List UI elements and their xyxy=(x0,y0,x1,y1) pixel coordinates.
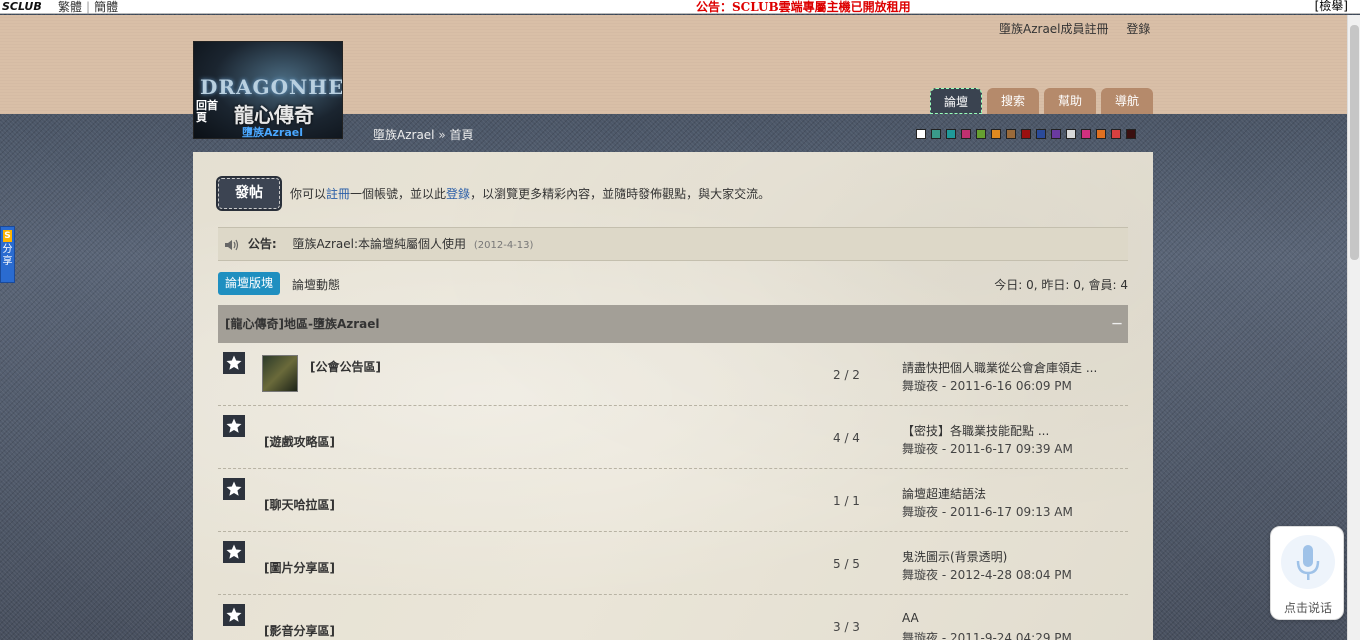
top-global-bar: SCLUB 繁體 | 簡體 公告：SCLUB雲端專屬主機已開放租用 [檢舉] xyxy=(0,0,1360,14)
announcement-bar: 公告: 墮族Azrael:本論壇純屬個人使用 (2012-4-13) xyxy=(218,227,1128,261)
forum-post-count: 2 / 2 xyxy=(833,368,860,382)
intro-text: ，以瀏覽更多精彩內容，並隨時發佈觀點，與大家交流。 xyxy=(470,187,771,201)
forum-post-count: 3 / 3 xyxy=(833,620,860,634)
forum-name-link[interactable]: [圖片分享區] xyxy=(264,559,335,576)
intro-register-link[interactable]: 註冊 xyxy=(326,187,350,201)
intro-login-link[interactable]: 登錄 xyxy=(446,187,470,201)
lang-simplified-link[interactable]: 簡體 xyxy=(90,0,122,14)
tab-forum-main[interactable]: 論壇 xyxy=(930,88,982,114)
color-swatch[interactable] xyxy=(916,129,926,139)
tab-help[interactable]: 幫助 xyxy=(1044,88,1096,114)
forum-post-count: 4 / 4 xyxy=(833,431,860,445)
star-icon xyxy=(223,352,245,374)
share-badge-icon: S xyxy=(3,230,12,242)
star-icon xyxy=(223,604,245,626)
color-swatch[interactable] xyxy=(961,129,971,139)
forum-row: [圖片分享區] 5 / 5 鬼洗圖示(背景透明) 舞璇夜 - 2012-4-28 08… xyxy=(218,532,1128,595)
last-post-meta: 舞璇夜 - 2011-9-24 04:29 PM xyxy=(902,631,1072,640)
color-swatch[interactable] xyxy=(1081,129,1091,139)
share-label: 分享 xyxy=(2,244,13,267)
header-user-links: 墮族Azrael成員註冊 登錄 xyxy=(999,20,1164,37)
login-link[interactable]: 登錄 xyxy=(1126,22,1150,36)
scrollbar-thumb[interactable] xyxy=(1350,25,1359,260)
sclub-logo[interactable]: SCLUB xyxy=(2,0,42,14)
color-swatch[interactable] xyxy=(1096,129,1106,139)
forum-row: [影音分享區] 3 / 3 AA 舞璇夜 - 2011-9-24 04:29 PM xyxy=(218,595,1128,640)
color-swatch[interactable] xyxy=(991,129,1001,139)
last-post-meta: 舞璇夜 - 2011-6-16 06:09 PM xyxy=(902,379,1072,393)
tab-navigation[interactable]: 導航 xyxy=(1101,88,1153,114)
mic-icon[interactable] xyxy=(1281,535,1335,589)
logo-title-en: DRAGONHE xyxy=(200,75,343,99)
tab-forum-boards[interactable]: 論壇版塊 xyxy=(218,272,280,295)
color-swatch[interactable] xyxy=(931,129,941,139)
last-post-meta: 舞璇夜 - 2012-4-28 08:04 PM xyxy=(902,568,1072,582)
breadcrumb: 墮族Azrael » 首頁 xyxy=(373,126,474,143)
language-switch: 繁體 | 簡體 xyxy=(54,0,122,14)
last-post-title-link[interactable]: 鬼洗圖示(背景透明) xyxy=(902,548,1007,565)
breadcrumb-page: 首頁 xyxy=(449,128,474,142)
color-swatch[interactable] xyxy=(1006,129,1016,139)
speaker-icon xyxy=(224,238,240,252)
share-float-button[interactable]: S 分享 xyxy=(0,226,15,283)
color-swatch[interactable] xyxy=(1111,129,1121,139)
last-post-meta: 舞璇夜 - 2011-6-17 09:39 AM xyxy=(902,442,1073,456)
forum-row: [公會公告區] 2 / 2 請盡快把個人職業從公會倉庫領走 ... 舞璇夜 - 201… xyxy=(218,343,1128,406)
color-swatch[interactable] xyxy=(946,129,956,139)
last-post-title-link[interactable]: AA xyxy=(902,611,919,625)
forum-row: [遊戲攻略區] 4 / 4 【密技】各職業技能配點 ... 舞璇夜 - 2011-6-… xyxy=(218,406,1128,469)
star-icon xyxy=(223,415,245,437)
category-header: [龍心傳奇]地區-墮族Azrael － xyxy=(218,305,1128,343)
breadcrumb-sep: » xyxy=(438,128,446,142)
site-logo[interactable]: DRAGONHE 龍心傳奇 墮族Azrael 回首頁 xyxy=(193,41,343,139)
category-title[interactable]: [龍心傳奇]地區-墮族Azrael xyxy=(225,317,380,331)
forum-row: [聊天哈拉區] 1 / 1 論壇超連結語法舞璇夜 - 2011-6-17 09:13… xyxy=(218,469,1128,532)
announcement-date: (2012-4-13) xyxy=(473,240,534,251)
last-post-meta: 舞璇夜 - 2011-6-17 09:13 AM xyxy=(902,505,1073,519)
forum-name-link[interactable]: [公會公告區] xyxy=(310,358,381,375)
main-content: 發帖 你可以註冊一個帳號，並以此登錄，以瀏覽更多精彩內容，並隨時發佈觀點，與大家… xyxy=(193,152,1153,640)
report-link[interactable]: [檢舉] xyxy=(1315,0,1348,13)
color-swatch[interactable] xyxy=(976,129,986,139)
last-post-title-link[interactable]: 請盡快把個人職業從公會倉庫領走 ... xyxy=(902,359,1097,376)
color-swatch[interactable] xyxy=(1066,129,1076,139)
forum-thumbnail[interactable] xyxy=(262,355,298,392)
register-link[interactable]: 墮族Azrael成員註冊 xyxy=(999,22,1109,36)
guest-intro: 你可以註冊一個帳號，並以此登錄，以瀏覽更多精彩內容，並隨時發佈觀點，與大家交流。 xyxy=(290,185,770,202)
lang-traditional-link[interactable]: 繁體 xyxy=(54,0,86,14)
page-scrollbar[interactable] xyxy=(1347,15,1360,640)
forum-post-count: 1 / 1 xyxy=(833,494,860,508)
tab-search[interactable]: 搜索 xyxy=(987,88,1039,114)
announcement-label: 公告: xyxy=(247,237,277,251)
forum-name-link[interactable]: [影音分享區] xyxy=(264,622,335,639)
breadcrumb-site[interactable]: 墮族Azrael xyxy=(373,128,435,142)
forum-name-link[interactable]: [遊戲攻略區] xyxy=(264,433,335,450)
new-post-button[interactable]: 發帖 xyxy=(218,178,280,209)
forum-name-link[interactable]: [聊天哈拉區] xyxy=(264,496,335,513)
logo-subtitle: 墮族Azrael xyxy=(242,126,303,139)
voice-input-widget[interactable]: 点击说话 xyxy=(1270,526,1344,620)
voice-label: 点击说话 xyxy=(1283,601,1332,615)
color-swatch[interactable] xyxy=(1051,129,1061,139)
forum-post-count: 5 / 5 xyxy=(833,557,860,571)
home-link[interactable]: 回首頁 xyxy=(196,100,218,124)
color-swatch[interactable] xyxy=(1036,129,1046,139)
global-notice-link[interactable]: 公告：SCLUB雲端專屬主機已開放租用 xyxy=(696,0,911,14)
color-swatch[interactable] xyxy=(1021,129,1031,139)
star-icon xyxy=(223,478,245,500)
forum-stats: 今日: 0, 昨日: 0, 會員: 4 xyxy=(994,278,1128,292)
tab-forum-activity[interactable]: 論壇動態 xyxy=(292,276,340,293)
star-icon xyxy=(223,541,245,563)
intro-text: 一個帳號，並以此 xyxy=(350,187,447,201)
last-post-title-link[interactable]: 【密技】各職業技能配點 ... xyxy=(902,422,1049,439)
announcement-link[interactable]: 墮族Azrael:本論壇純屬個人使用 xyxy=(292,237,466,251)
intro-text: 你可以 xyxy=(290,187,327,201)
color-swatch[interactable] xyxy=(1126,129,1136,139)
last-post-title-link[interactable]: 論壇超連結語法 xyxy=(902,485,986,502)
collapse-icon[interactable]: － xyxy=(1111,305,1123,343)
